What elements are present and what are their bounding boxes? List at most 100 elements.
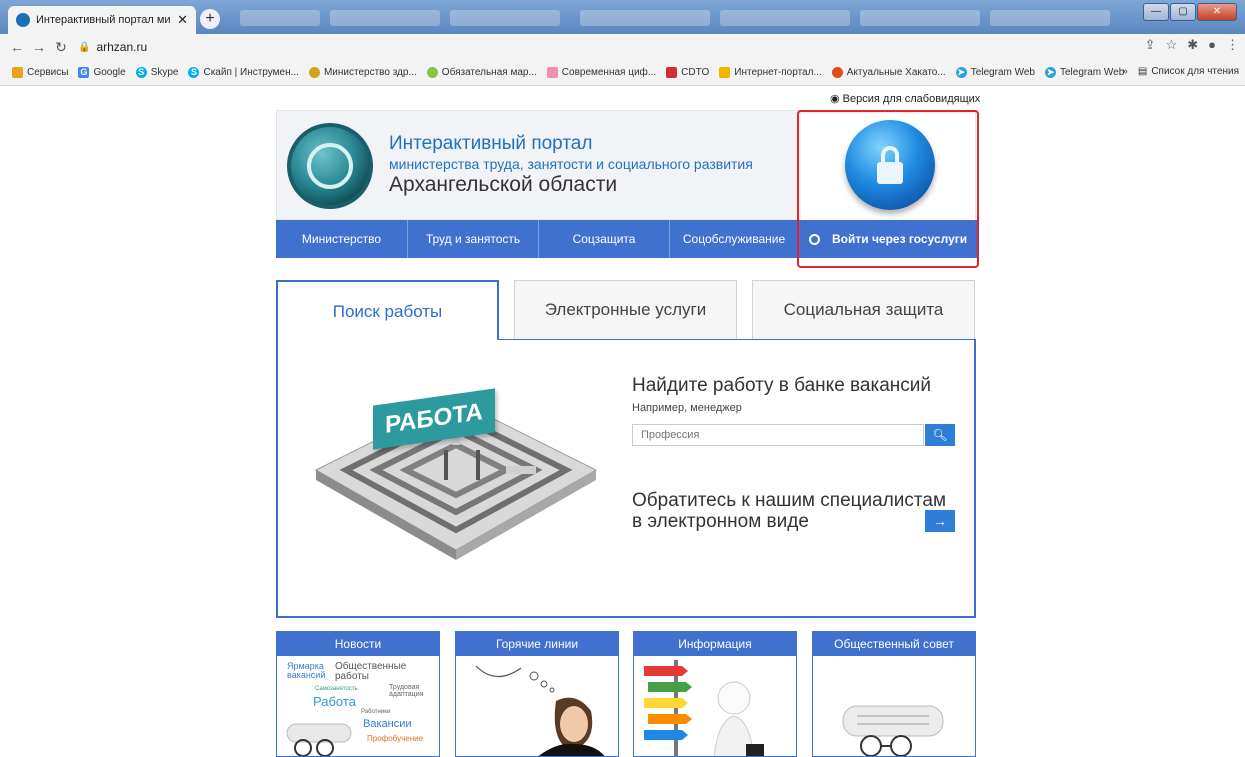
share-icon[interactable]: ⇪ xyxy=(1145,37,1156,53)
find-job-hint: Например, менеджер xyxy=(632,402,742,414)
newspaper-glasses-icon xyxy=(842,705,944,756)
browser-tab-inactive[interactable] xyxy=(860,10,980,26)
contact-title-line-2: в электронном виде xyxy=(632,511,809,532)
find-job-title: Найдите работу в банке вакансий xyxy=(632,375,932,396)
bookmark-item[interactable]: Обязательная мар... xyxy=(426,67,537,78)
cloud-word: Ярмарка вакансий xyxy=(287,661,326,680)
cloud-word: Вакансии xyxy=(363,718,412,730)
bookmark-item[interactable]: Актуальные Хакато... xyxy=(831,67,946,78)
browser-tab-inactive[interactable] xyxy=(580,10,710,26)
contact-arrow-button[interactable]: → xyxy=(925,510,955,532)
portal-subtitle: министерства труда, занятости и социальн… xyxy=(389,156,753,172)
more-bookmarks-button[interactable]: » xyxy=(1122,66,1128,77)
cloud-word: Работа xyxy=(313,694,356,709)
thinking-woman-icon xyxy=(475,665,605,756)
skype-icon: S xyxy=(188,67,200,78)
portal-title: Интерактивный портал xyxy=(389,133,593,154)
window-close-icon[interactable]: ✕ xyxy=(1197,3,1237,21)
highlight-frame xyxy=(797,110,979,268)
search-button[interactable]: 🔍︎ xyxy=(925,424,955,446)
url-text: arhzan.ru xyxy=(96,40,148,54)
telegram-icon: ➤ xyxy=(1045,67,1056,78)
minimize-icon[interactable]: — xyxy=(1143,3,1169,21)
reload-icon[interactable]: ↻ xyxy=(50,39,72,56)
bookmark-item[interactable]: ➤ Telegram Web xyxy=(1045,67,1124,78)
glasses-newspaper-icon xyxy=(286,723,352,756)
apps-icon xyxy=(12,67,23,78)
window-controls: — ▢ ✕ xyxy=(1142,3,1237,21)
arrow-right-icon: → xyxy=(933,513,947,529)
low-vision-link[interactable]: ◉ Версия для слабовидящих xyxy=(830,92,980,105)
logo-ring xyxy=(307,143,353,189)
browser-tab-active[interactable]: Интерактивный портал минист ✕ xyxy=(8,6,196,34)
eye-icon: ◉ xyxy=(830,93,840,105)
bookmarks-bar: Сервисы G Google S Skype S Скайп | Инструме… xyxy=(0,60,1245,86)
browser-tab-inactive[interactable] xyxy=(990,10,1110,26)
card-hotlines-title: Горячие линии xyxy=(456,632,618,656)
news-word-cloud: Ярмарка вакансий Общественные работы Сам… xyxy=(277,656,439,756)
card-news-title: Новости xyxy=(277,632,439,656)
nav-item-ministry[interactable]: Министерство xyxy=(276,220,408,258)
nav-item-social-service[interactable]: Соцобслуживание xyxy=(670,220,798,258)
bookmark-item[interactable]: S Скайп | Инструмен... xyxy=(188,67,299,78)
new-tab-button[interactable]: + xyxy=(200,9,220,29)
bookmark-item[interactable]: G Google xyxy=(78,67,126,78)
extensions-icon[interactable]: ✱ xyxy=(1187,37,1198,53)
search-icon: 🔍︎ xyxy=(932,428,948,442)
cloud-word: Работники xyxy=(361,709,391,715)
bookmark-item[interactable]: Интернет-портал... xyxy=(719,67,822,78)
cloud-word: Трудовая адаптация xyxy=(389,684,424,698)
bookmark-item[interactable]: Современная циф... xyxy=(546,67,656,78)
back-icon[interactable]: ← xyxy=(6,39,28,55)
hackathon-icon xyxy=(831,67,843,78)
google-icon: G xyxy=(78,67,90,78)
lock-icon: 🔒 xyxy=(78,41,91,53)
information-illustration xyxy=(634,656,796,756)
main-nav: Министерство Труд и занятость Соцзащита … xyxy=(276,220,798,258)
cloud-word: Самозанятость xyxy=(315,686,358,692)
page-icon xyxy=(546,67,558,78)
reading-list-icon[interactable]: ▤ xyxy=(1138,66,1147,77)
browser-tab-inactive[interactable] xyxy=(240,10,320,26)
browser-tab-inactive[interactable] xyxy=(720,10,850,26)
tab-social-protection[interactable]: Социальная защита xyxy=(752,280,975,340)
bookmark-item[interactable]: CDTO xyxy=(666,67,709,78)
cloud-word: Общественные работы xyxy=(335,661,407,682)
card-news[interactable]: Новости Ярмарка вакансий Общественные ра… xyxy=(276,631,440,757)
cloud-word: Профобучение xyxy=(367,734,424,743)
signpost-man-icon xyxy=(644,660,764,756)
cdto-icon xyxy=(666,67,678,78)
bookmark-item[interactable]: ➤ Telegram Web xyxy=(955,67,1035,78)
url-field[interactable]: 🔒 arhzan.ru xyxy=(78,40,147,54)
portal-icon xyxy=(719,67,731,78)
nav-item-social-protection[interactable]: Соцзащита xyxy=(539,220,670,258)
star-icon[interactable]: ☆ xyxy=(1166,37,1178,53)
forward-icon[interactable]: → xyxy=(28,39,50,55)
card-hotlines[interactable]: Горячие линии xyxy=(455,631,619,757)
emblem-icon xyxy=(308,67,320,78)
maximize-icon[interactable]: ▢ xyxy=(1170,3,1196,21)
profile-icon[interactable]: ● xyxy=(1208,37,1216,53)
profession-search-input[interactable] xyxy=(632,424,924,446)
card-public-council[interactable]: Общественный совет xyxy=(812,631,976,757)
contact-specialists-title: Обратитесь к нашим специалистам в электр… xyxy=(632,490,946,532)
address-bar: ← → ↻ 🔒 arhzan.ru ⇪ ☆ ✱ ● ⋮ xyxy=(0,34,1245,60)
nav-item-labor[interactable]: Труд и занятость xyxy=(408,220,539,258)
public-council-illustration xyxy=(813,656,975,756)
telegram-icon: ➤ xyxy=(955,67,967,78)
browser-tab-inactive[interactable] xyxy=(450,10,560,26)
tab-e-services[interactable]: Электронные услуги xyxy=(514,280,737,340)
tab-job-search[interactable]: Поиск работы xyxy=(276,280,499,342)
reading-list-label[interactable]: Список для чтения xyxy=(1151,66,1239,77)
browser-tab-title: Интерактивный портал минист xyxy=(36,14,171,26)
bookmark-item[interactable]: Министерство здр... xyxy=(308,67,417,78)
browser-tab-inactive[interactable] xyxy=(330,10,440,26)
menu-icon[interactable]: ⋮ xyxy=(1226,37,1239,53)
card-information[interactable]: Информация xyxy=(633,631,797,757)
skype-icon: S xyxy=(135,67,147,78)
tab-close-icon[interactable]: ✕ xyxy=(177,12,188,28)
bookmark-item[interactable]: S Skype xyxy=(135,67,178,78)
bookmark-item[interactable]: Сервисы xyxy=(12,67,68,78)
portal-logo[interactable] xyxy=(287,123,373,209)
hotlines-illustration xyxy=(456,656,618,756)
